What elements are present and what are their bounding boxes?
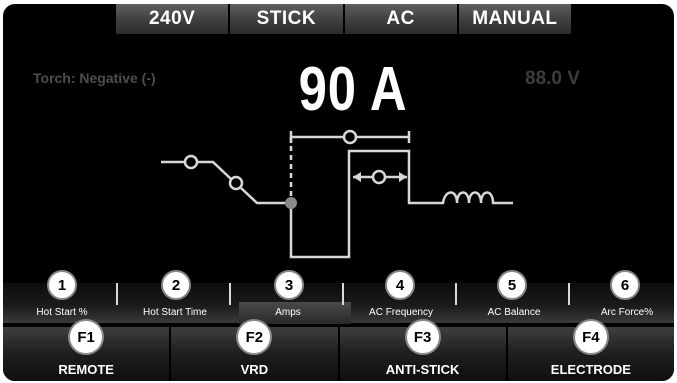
f3-anti-stick-button[interactable]: F3 ANTI-STICK [339, 319, 508, 381]
waveform-active-point [285, 197, 297, 209]
welder-display: 240V STICK AC MANUAL Torch: Negative (-)… [3, 4, 674, 381]
param-6-number-badge[interactable]: 6 [610, 270, 640, 300]
mode-tabs: 240V STICK AC MANUAL [116, 4, 571, 34]
function-key-bar: F1 REMOTE F2 VRD F3 ANTI-STICK F4 ELECTR… [3, 319, 674, 381]
tab-mode[interactable]: MANUAL [458, 4, 571, 34]
f1-remote-button[interactable]: F1 REMOTE [3, 319, 172, 381]
f3-label: ANTI-STICK [385, 362, 460, 377]
param-hot-start-percent[interactable]: Hot Start % [5, 307, 119, 318]
torch-polarity: Torch: Negative (-) [33, 70, 156, 86]
waveform-slope-line [240, 187, 285, 205]
f4-key-badge: F4 [572, 319, 609, 355]
parameter-separator [229, 283, 231, 305]
parameter-separator [342, 283, 344, 305]
param-hot-start-time[interactable]: Hot Start Time [118, 307, 232, 318]
param-5-number-badge[interactable]: 5 [497, 270, 527, 300]
param-2-number-badge[interactable]: 2 [161, 270, 191, 300]
inductor-coil [428, 191, 513, 205]
voltage-readout: 88.0 V [525, 68, 580, 89]
waveform-node-circle [228, 175, 244, 191]
balance-arrow-head-right [399, 172, 407, 182]
amperage-readout: 90 A [298, 55, 408, 124]
f4-label: ELECTRODE [550, 362, 631, 377]
f2-key-badge: F2 [236, 319, 273, 355]
tab-voltage[interactable]: 240V [116, 4, 231, 34]
parameter-separator [568, 283, 570, 305]
waveform-diagram [161, 129, 513, 259]
f1-label: REMOTE [58, 362, 114, 377]
f4-electrode-button[interactable]: F4 ELECTRODE [507, 319, 674, 381]
parameter-separator [455, 283, 457, 305]
waveform-pulse-line [289, 149, 428, 259]
f2-label: VRD [240, 362, 269, 377]
period-handle-circle [342, 129, 358, 145]
balance-handle-circle [371, 169, 387, 185]
f3-key-badge: F3 [404, 319, 441, 355]
param-3-number-badge[interactable]: 3 [274, 270, 304, 300]
balance-arrow-head-left [353, 172, 361, 182]
param-ac-frequency[interactable]: AC Frequency [344, 307, 458, 318]
param-amps[interactable]: Amps [231, 307, 345, 318]
tab-process[interactable]: STICK [230, 4, 345, 34]
tab-current-type[interactable]: AC [344, 4, 459, 34]
param-ac-balance[interactable]: AC Balance [457, 307, 571, 318]
f1-key-badge: F1 [68, 319, 105, 355]
f2-vrd-button[interactable]: F2 VRD [171, 319, 340, 381]
param-1-number-badge[interactable]: 1 [47, 270, 77, 300]
param-4-number-badge[interactable]: 4 [385, 270, 415, 300]
waveform-slope-line [197, 160, 232, 180]
waveform-node-circle [183, 154, 199, 170]
parameter-separator [116, 283, 118, 305]
param-arc-force[interactable]: Arc Force% [570, 307, 674, 318]
